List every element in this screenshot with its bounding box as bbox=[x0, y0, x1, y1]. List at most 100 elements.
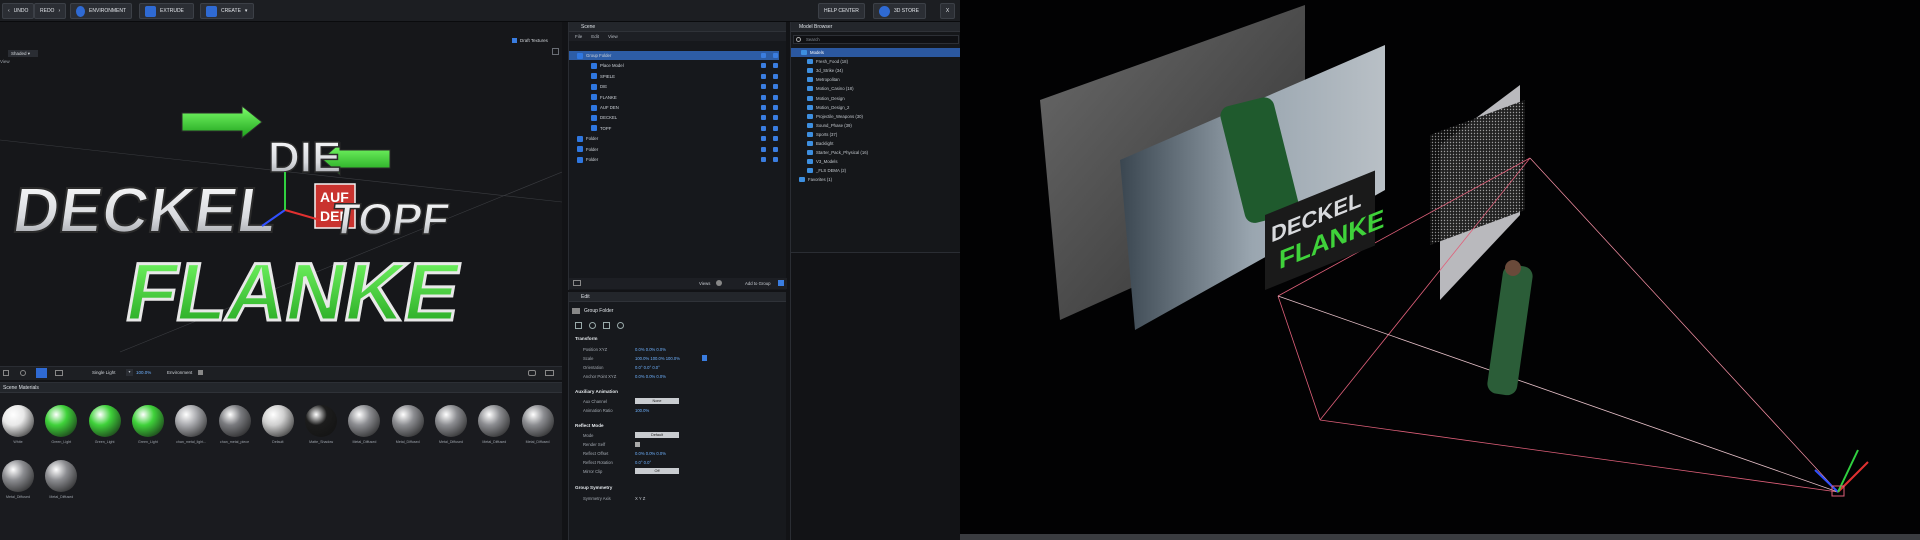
scene-tree-row[interactable]: Folder bbox=[569, 155, 779, 164]
visibility-toggle[interactable] bbox=[761, 63, 766, 69]
frame-view-icon[interactable] bbox=[36, 368, 47, 378]
light-dropdown[interactable]: ▾ bbox=[126, 369, 133, 376]
undo-button[interactable]: ‹ UNDO bbox=[2, 3, 35, 19]
render-icon[interactable] bbox=[528, 370, 536, 376]
camera-z-axis[interactable] bbox=[1814, 469, 1839, 493]
redo-button[interactable]: REDO › bbox=[34, 3, 67, 19]
close-button[interactable]: X bbox=[940, 3, 955, 19]
environment-button[interactable]: ENVIRONMENT bbox=[70, 3, 132, 19]
model-tree-row[interactable]: V3_Models bbox=[791, 157, 961, 166]
lock-toggle[interactable] bbox=[773, 84, 778, 90]
material-swatch[interactable]: Metal_Diffused bbox=[389, 405, 427, 444]
material-swatch[interactable]: Green_Light bbox=[129, 405, 167, 444]
lock-toggle[interactable] bbox=[773, 94, 778, 100]
scene-tree-row[interactable]: SPIELE bbox=[569, 72, 779, 81]
visibility-toggle[interactable] bbox=[761, 125, 766, 131]
material-swatch[interactable]: Green_Light bbox=[86, 405, 124, 444]
mode-dropdown[interactable]: Default bbox=[635, 432, 679, 438]
move-icon[interactable] bbox=[575, 322, 582, 329]
scene-tree-row[interactable]: TOPF bbox=[569, 124, 779, 133]
scene-tree-row[interactable]: DIE bbox=[569, 82, 779, 91]
scene-tree-row[interactable]: AUF DEN bbox=[569, 103, 779, 112]
visibility-toggle[interactable] bbox=[761, 105, 766, 110]
render-self-checkbox[interactable] bbox=[635, 442, 640, 447]
model-tree-row[interactable]: Fresh_Food (18) bbox=[791, 57, 961, 66]
pivot-icon[interactable] bbox=[617, 322, 624, 329]
visibility-toggle[interactable] bbox=[761, 136, 766, 142]
visibility-toggle[interactable] bbox=[761, 115, 766, 121]
scene-tree-row[interactable]: Folder bbox=[569, 134, 779, 143]
lock-toggle[interactable] bbox=[773, 146, 778, 152]
create-button[interactable]: CREATE ▾ bbox=[200, 3, 254, 19]
help-center-button[interactable]: HELP CENTER bbox=[818, 3, 865, 19]
model-tree-row[interactable]: Sports (37) bbox=[791, 130, 961, 139]
material-swatch[interactable]: chan_metal_light... bbox=[172, 405, 210, 444]
lock-toggle[interactable] bbox=[773, 115, 778, 121]
orientation-value[interactable]: 0.0° 0.0° 0.0° bbox=[635, 365, 660, 370]
camera-x-axis[interactable] bbox=[1837, 461, 1869, 493]
visibility-toggle[interactable] bbox=[761, 94, 766, 100]
viewport[interactable]: Shaded ▾ View Draft Textures DIE DECKEL … bbox=[0, 22, 562, 366]
move-tool-icon[interactable] bbox=[3, 370, 9, 376]
anchor-value[interactable]: 0.0% 0.0% 0.0% bbox=[635, 374, 666, 379]
model-tree-row[interactable]: Favorites (1) bbox=[791, 175, 961, 184]
scene-tree-row[interactable]: Folder bbox=[569, 145, 779, 154]
lock-toggle[interactable] bbox=[773, 105, 778, 110]
rotate-tool-icon[interactable] bbox=[20, 370, 26, 376]
3d-camera-view[interactable]: DECKEL FLANKE bbox=[960, 0, 1920, 540]
search-input[interactable]: Search bbox=[793, 35, 959, 44]
material-swatch[interactable]: Matte_Shadow bbox=[302, 405, 340, 444]
visibility-toggle[interactable] bbox=[761, 146, 766, 152]
model-tree-row[interactable]: Projectile_Weapons (30) bbox=[791, 112, 961, 121]
eye-icon[interactable] bbox=[716, 280, 722, 286]
model-tree-row[interactable]: Backlight bbox=[791, 139, 961, 148]
menu-view[interactable]: View bbox=[608, 34, 618, 39]
material-swatch[interactable]: Metal_Diffused bbox=[519, 405, 557, 444]
symmetry-axis-value[interactable]: X Y Z bbox=[635, 496, 645, 501]
model-tree-row[interactable]: _FLS DEMA (2) bbox=[791, 166, 961, 175]
group-symmetry-header[interactable]: Group Symmetry bbox=[575, 485, 612, 490]
material-swatch[interactable]: Metal_Diffused bbox=[432, 405, 470, 444]
lock-toggle[interactable] bbox=[773, 157, 778, 162]
camera-tool-icon[interactable] bbox=[55, 370, 63, 376]
extrude-button[interactable]: EXTRUDE bbox=[139, 3, 194, 19]
monitor-icon[interactable] bbox=[545, 370, 554, 376]
scene-tree-row[interactable]: Group Folder bbox=[569, 51, 779, 60]
folder-icon[interactable] bbox=[573, 280, 581, 286]
lock-toggle[interactable] bbox=[773, 125, 778, 131]
add-to-group-checkbox[interactable] bbox=[778, 280, 784, 286]
menu-file[interactable]: File bbox=[575, 34, 582, 39]
scale-icon[interactable] bbox=[603, 322, 610, 329]
scene-tree-row[interactable]: FLANKE bbox=[569, 93, 779, 102]
3d-store-button[interactable]: 3D STORE bbox=[873, 3, 926, 19]
lock-toggle[interactable] bbox=[773, 53, 778, 58]
reflect-rotation-value[interactable]: 0.0° 0.0° bbox=[635, 460, 651, 465]
position-value[interactable]: 0.0% 0.0% 0.0% bbox=[635, 347, 666, 352]
model-tree-row[interactable]: Motion_Design bbox=[791, 94, 961, 103]
model-tree-row[interactable]: Starter_Pack_Physical (16) bbox=[791, 148, 961, 157]
environment-toggle[interactable] bbox=[198, 370, 203, 375]
scene-tree-row[interactable]: DECKEL bbox=[569, 113, 779, 122]
light-value[interactable]: 100.0% bbox=[136, 370, 151, 375]
visibility-toggle[interactable] bbox=[761, 157, 766, 162]
aux-channel-dropdown[interactable]: None bbox=[635, 398, 679, 404]
mirror-clip-dropdown[interactable]: Off bbox=[635, 468, 679, 474]
scale-value[interactable]: 100.0% 100.0% 100.0% bbox=[635, 356, 680, 361]
material-swatch[interactable]: Green_Light bbox=[42, 405, 80, 444]
lock-icon[interactable] bbox=[702, 355, 707, 361]
lock-toggle[interactable] bbox=[773, 136, 778, 142]
reflect-mode-header[interactable]: Reflect Mode bbox=[575, 423, 604, 428]
menu-edit[interactable]: Edit bbox=[591, 34, 599, 39]
model-tree-row[interactable]: Motion_Casino (18) bbox=[791, 84, 961, 93]
model-tree-row[interactable]: Metropolitan bbox=[791, 75, 961, 84]
material-swatch[interactable]: Metal_Diffused bbox=[475, 405, 513, 444]
lock-toggle[interactable] bbox=[773, 73, 778, 79]
material-swatch[interactable]: Default bbox=[259, 405, 297, 444]
lock-toggle[interactable] bbox=[773, 63, 778, 69]
model-tree-row[interactable]: Sound_Phase (39) bbox=[791, 121, 961, 130]
aux-animation-header[interactable]: Auxiliary Animation bbox=[575, 389, 618, 394]
rotate-icon[interactable] bbox=[589, 322, 596, 329]
material-swatch[interactable]: White bbox=[0, 405, 37, 444]
transform-header[interactable]: Transform bbox=[575, 336, 597, 341]
material-swatch[interactable]: chan_metal_piece bbox=[216, 405, 254, 444]
